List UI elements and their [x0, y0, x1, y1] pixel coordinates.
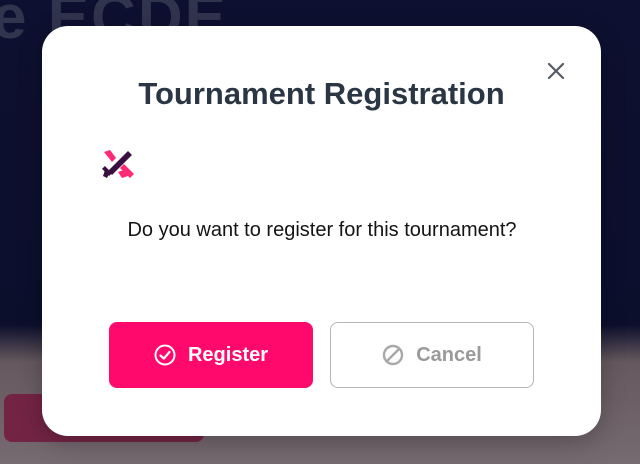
- registration-modal: Tournament Registration Do you want to r…: [42, 26, 601, 436]
- register-button[interactable]: Register: [109, 322, 313, 388]
- ban-circle-icon: [382, 344, 404, 366]
- cancel-button-label: Cancel: [416, 343, 482, 366]
- cancel-button[interactable]: Cancel: [330, 322, 534, 388]
- check-circle-icon: [154, 344, 176, 366]
- modal-message: Do you want to register for this tournam…: [127, 219, 517, 241]
- crossed-swords-logo-icon: [102, 148, 136, 182]
- register-button-label: Register: [187, 343, 269, 366]
- modal-title: Tournament Registration: [138, 76, 505, 111]
